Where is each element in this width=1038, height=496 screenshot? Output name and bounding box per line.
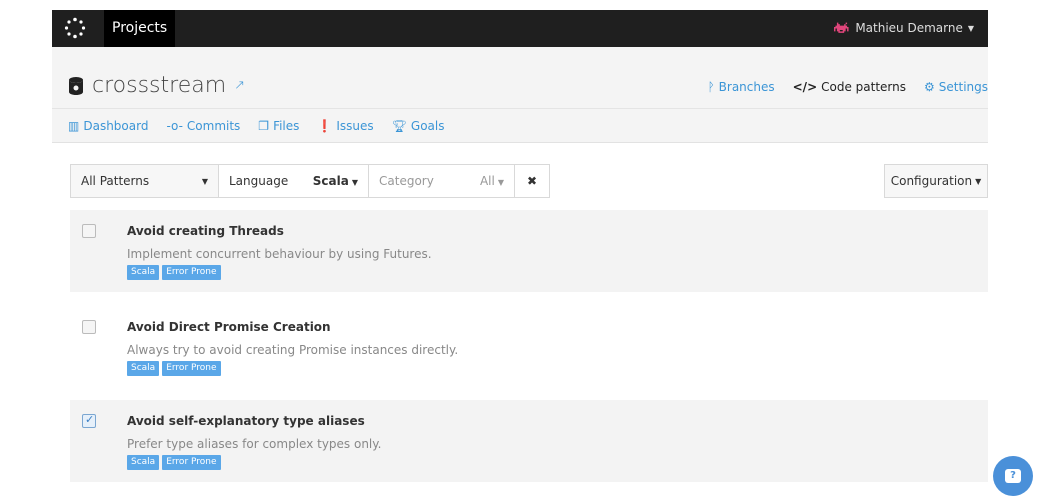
pattern-item: Avoid creating Threads Implement concurr…	[70, 210, 988, 292]
language-dropdown[interactable]: Language Scala ▼	[219, 165, 369, 197]
alert-icon: ❗	[317, 119, 333, 133]
category-tag: Error Prone	[162, 455, 221, 470]
pattern-checkbox[interactable]	[82, 413, 96, 428]
repo-title: crossstream ↗	[68, 73, 245, 98]
category-dropdown[interactable]: Category All ▼	[369, 165, 515, 197]
space-invader-icon	[834, 22, 849, 33]
pattern-filters: All Patterns ▼ Language Scala ▼ Category …	[70, 164, 550, 198]
commits-label: Commits	[186, 119, 241, 133]
gear-icon: ⚙	[924, 80, 935, 94]
files-label: Files	[273, 119, 300, 133]
language-tag: Scala	[127, 455, 160, 470]
category-value: All	[479, 174, 495, 188]
settings-label: Settings	[938, 80, 988, 94]
branches-link[interactable]: ᚹ Branches	[707, 80, 774, 94]
chevron-down-icon: ▼	[497, 178, 504, 187]
repo-name[interactable]: crossstream	[92, 73, 226, 98]
bar-chart-icon: ▥	[68, 119, 80, 133]
language-value: Scala	[312, 174, 349, 188]
category-label: Category	[379, 174, 434, 188]
pattern-tags: Scala Error Prone	[127, 455, 221, 470]
top-navbar: Projects Mathieu Demarne ▼	[52, 10, 988, 47]
close-icon: ✖	[526, 174, 538, 188]
configuration-label: Configuration	[890, 174, 973, 188]
pattern-tags: Scala Error Prone	[127, 361, 221, 376]
code-patterns-link[interactable]: </> Code patterns	[793, 80, 906, 94]
user-menu[interactable]: Mathieu Demarne ▼	[834, 10, 974, 47]
settings-link[interactable]: ⚙ Settings	[924, 80, 988, 94]
commit-icon: -o-	[166, 119, 183, 133]
pattern-checkbox[interactable]	[82, 224, 96, 238]
code-patterns-label: Code patterns	[821, 80, 907, 94]
files-icon: ❐	[258, 119, 270, 133]
chevron-down-icon: ▼	[201, 176, 208, 186]
sub-navigation: ▥ Dashboard -o- Commits ❐ Files ❗ Issues…	[68, 119, 444, 133]
branch-icon: ᚹ	[707, 80, 715, 94]
projects-menu[interactable]: Projects	[104, 10, 176, 47]
goals-link[interactable]: 🏆︎ Goals	[392, 119, 445, 133]
codacy-logo-icon[interactable]	[64, 17, 86, 39]
help-chat-button[interactable]: ?	[993, 456, 1033, 496]
commits-link[interactable]: -o- Commits	[166, 119, 240, 133]
configuration-button[interactable]: Configuration ▼	[884, 164, 988, 198]
header-links: ᚹ Branches </> Code patterns ⚙ Settings	[707, 80, 988, 94]
pattern-item: Avoid Direct Promise Creation Always try…	[70, 306, 988, 388]
pattern-tags: Scala Error Prone	[127, 265, 221, 280]
trophy-icon: 🏆︎	[391, 119, 407, 133]
files-link[interactable]: ❐ Files	[258, 119, 299, 133]
pattern-description: Implement concurrent behaviour by using …	[127, 247, 432, 261]
patterns-dropdown[interactable]: All Patterns ▼	[71, 165, 219, 197]
branches-label: Branches	[718, 80, 775, 94]
divider	[52, 108, 988, 109]
language-tag: Scala	[127, 265, 160, 280]
external-link-icon[interactable]: ↗	[234, 78, 245, 93]
patterns-dropdown-label: All Patterns	[81, 174, 150, 188]
issues-label: Issues	[336, 119, 374, 133]
pattern-title[interactable]: Avoid self-explanatory type aliases	[127, 414, 365, 428]
dashboard-link[interactable]: ▥ Dashboard	[68, 119, 148, 133]
pattern-title[interactable]: Avoid creating Threads	[127, 224, 284, 238]
project-header: crossstream ↗ ᚹ Branches </> Code patter…	[52, 47, 988, 143]
language-label: Language	[229, 174, 289, 188]
pattern-description: Always try to avoid creating Promise ins…	[127, 343, 459, 357]
chevron-down-icon: ▼	[351, 178, 358, 187]
goals-label: Goals	[410, 119, 445, 133]
category-tag: Error Prone	[162, 361, 221, 376]
chat-icon: ?	[1005, 469, 1021, 483]
language-tag: Scala	[127, 361, 160, 376]
pattern-item: Avoid self-explanatory type aliases Pref…	[70, 400, 988, 482]
issues-link[interactable]: ❗ Issues	[317, 119, 373, 133]
user-name: Mathieu Demarne	[855, 21, 963, 35]
chevron-down-icon: ▼	[975, 176, 982, 186]
pattern-description: Prefer type aliases for complex types on…	[127, 437, 382, 451]
category-tag: Error Prone	[162, 265, 221, 280]
database-icon	[69, 76, 83, 95]
chevron-down-icon: ▼	[967, 24, 974, 33]
dashboard-label: Dashboard	[83, 119, 149, 133]
pattern-checkbox[interactable]	[82, 320, 96, 334]
clear-filters-button[interactable]: ✖	[515, 165, 549, 197]
pattern-title[interactable]: Avoid Direct Promise Creation	[127, 320, 331, 334]
code-icon: </>	[792, 80, 818, 94]
